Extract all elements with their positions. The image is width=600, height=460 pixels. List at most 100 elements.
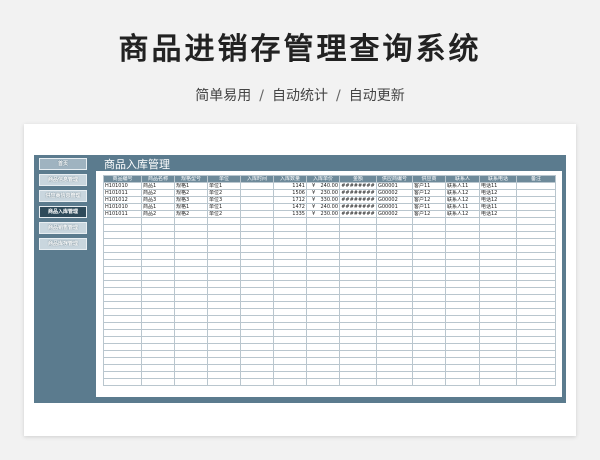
empty-cell[interactable] — [174, 217, 208, 225]
empty-cell[interactable] — [516, 231, 556, 239]
empty-cell[interactable] — [240, 322, 274, 330]
empty-cell[interactable] — [174, 231, 208, 239]
empty-cell[interactable] — [240, 224, 274, 232]
empty-cell[interactable] — [103, 378, 142, 386]
empty-cell[interactable] — [240, 329, 274, 337]
table-cell[interactable]: 规格1 — [174, 203, 208, 211]
empty-cell[interactable] — [445, 322, 480, 330]
table-cell[interactable] — [516, 189, 556, 197]
empty-cell[interactable] — [141, 217, 175, 225]
empty-cell[interactable] — [103, 266, 142, 274]
table-cell[interactable]: H101010 — [103, 182, 142, 190]
empty-cell[interactable] — [141, 308, 175, 316]
empty-cell[interactable] — [412, 287, 446, 295]
empty-cell[interactable] — [479, 357, 517, 365]
empty-cell[interactable] — [339, 273, 377, 281]
empty-cell[interactable] — [339, 238, 377, 246]
empty-cell[interactable] — [376, 287, 413, 295]
empty-cell[interactable] — [306, 273, 340, 281]
empty-cell[interactable] — [306, 308, 340, 316]
empty-cell[interactable] — [273, 364, 307, 372]
empty-cell[interactable] — [273, 224, 307, 232]
empty-cell[interactable] — [240, 343, 274, 351]
empty-cell[interactable] — [174, 273, 208, 281]
empty-cell[interactable] — [174, 238, 208, 246]
empty-cell[interactable] — [141, 350, 175, 358]
empty-cell[interactable] — [339, 287, 377, 295]
empty-cell[interactable] — [412, 378, 446, 386]
empty-cell[interactable] — [103, 301, 142, 309]
empty-cell[interactable] — [516, 350, 556, 358]
empty-cell[interactable] — [516, 252, 556, 260]
empty-cell[interactable] — [412, 231, 446, 239]
empty-cell[interactable] — [412, 259, 446, 267]
empty-cell[interactable] — [103, 259, 142, 267]
empty-cell[interactable] — [445, 287, 480, 295]
empty-cell[interactable] — [339, 378, 377, 386]
empty-cell[interactable] — [207, 252, 241, 260]
table-cell[interactable]: ######## — [339, 182, 377, 190]
empty-cell[interactable] — [445, 371, 480, 379]
empty-cell[interactable] — [516, 378, 556, 386]
sidebar-item-inventory[interactable]: 商品库存管理 — [39, 238, 87, 250]
empty-cell[interactable] — [141, 266, 175, 274]
empty-cell[interactable] — [103, 315, 142, 323]
empty-cell[interactable] — [103, 231, 142, 239]
table-cell[interactable]: 电话12 — [479, 196, 517, 204]
empty-cell[interactable] — [339, 259, 377, 267]
empty-cell[interactable] — [479, 252, 517, 260]
table-cell[interactable]: 商品3 — [141, 196, 175, 204]
empty-cell[interactable] — [103, 350, 142, 358]
table-cell[interactable]: 1506 — [273, 189, 307, 197]
empty-cell[interactable] — [207, 259, 241, 267]
empty-cell[interactable] — [376, 294, 413, 302]
empty-cell[interactable] — [103, 371, 142, 379]
empty-cell[interactable] — [445, 252, 480, 260]
empty-cell[interactable] — [273, 315, 307, 323]
empty-cell[interactable] — [412, 350, 446, 358]
empty-cell[interactable] — [412, 371, 446, 379]
table-cell[interactable]: 商品1 — [141, 182, 175, 190]
empty-cell[interactable] — [479, 224, 517, 232]
empty-cell[interactable] — [339, 252, 377, 260]
empty-cell[interactable] — [103, 238, 142, 246]
empty-cell[interactable] — [273, 280, 307, 288]
table-cell[interactable]: 规格2 — [174, 189, 208, 197]
empty-cell[interactable] — [240, 308, 274, 316]
empty-cell[interactable] — [207, 294, 241, 302]
table-cell[interactable]: 1141 — [273, 182, 307, 190]
table-cell[interactable] — [516, 182, 556, 190]
empty-cell[interactable] — [516, 294, 556, 302]
empty-cell[interactable] — [445, 350, 480, 358]
empty-cell[interactable] — [174, 343, 208, 351]
empty-cell[interactable] — [103, 245, 142, 253]
empty-cell[interactable] — [103, 336, 142, 344]
empty-cell[interactable] — [376, 266, 413, 274]
empty-cell[interactable] — [306, 287, 340, 295]
empty-cell[interactable] — [376, 329, 413, 337]
empty-cell[interactable] — [207, 315, 241, 323]
table-cell[interactable]: 规格3 — [174, 196, 208, 204]
empty-cell[interactable] — [174, 301, 208, 309]
table-cell[interactable]: ¥330.00 — [306, 196, 340, 204]
empty-cell[interactable] — [339, 217, 377, 225]
empty-cell[interactable] — [339, 329, 377, 337]
empty-cell[interactable] — [445, 231, 480, 239]
empty-cell[interactable] — [174, 308, 208, 316]
empty-cell[interactable] — [479, 301, 517, 309]
table-cell[interactable]: ¥230.00 — [306, 189, 340, 197]
table-cell[interactable]: 单位2 — [207, 210, 241, 218]
empty-cell[interactable] — [103, 322, 142, 330]
empty-cell[interactable] — [207, 287, 241, 295]
empty-cell[interactable] — [412, 364, 446, 372]
empty-cell[interactable] — [207, 301, 241, 309]
table-cell[interactable]: 电话12 — [479, 210, 517, 218]
table-cell[interactable] — [240, 203, 274, 211]
empty-cell[interactable] — [479, 231, 517, 239]
empty-cell[interactable] — [376, 252, 413, 260]
empty-cell[interactable] — [306, 294, 340, 302]
empty-cell[interactable] — [103, 308, 142, 316]
empty-cell[interactable] — [516, 343, 556, 351]
empty-cell[interactable] — [479, 308, 517, 316]
table-cell[interactable]: ######## — [339, 189, 377, 197]
